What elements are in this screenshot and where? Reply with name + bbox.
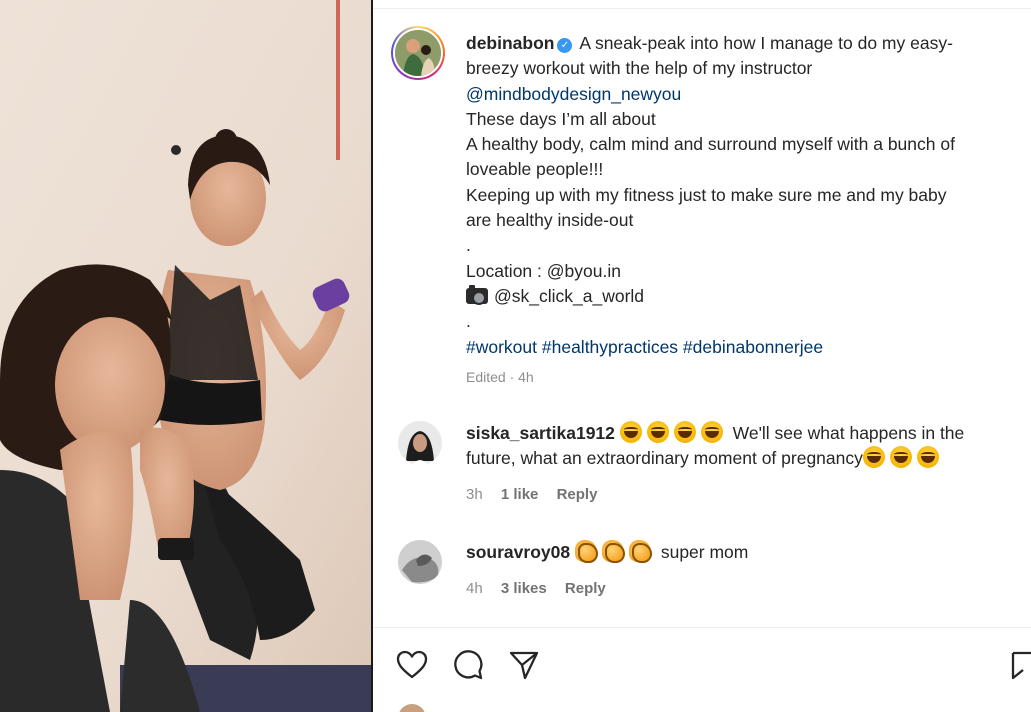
photographer-link[interactable]: @sk_click_a_world — [494, 286, 644, 306]
comment-line: We'll see what happens in the — [732, 423, 965, 443]
caption-dot: . — [466, 235, 471, 256]
comment-text: siska_sartika1912 We'll see what happens… — [466, 421, 1026, 472]
reply-button[interactable]: Reply — [557, 486, 598, 503]
comment-meta: 4h 3 likes Reply — [466, 580, 620, 597]
caption-line: These days I’m all about — [466, 108, 656, 129]
caption-line: A healthy body, calm mind and surround m… — [466, 134, 955, 155]
verified-icon: ✓ — [557, 38, 573, 53]
comment-likes[interactable]: 3 likes — [501, 580, 547, 597]
laughing-emoji-icon — [889, 446, 912, 469]
laughing-emoji-icon — [646, 421, 669, 443]
post-media[interactable] — [0, 0, 371, 712]
mention-link[interactable]: @mindbodydesign_newyou — [466, 84, 681, 104]
save-button[interactable] — [1011, 647, 1031, 683]
commenter-avatar[interactable] — [398, 421, 442, 465]
post-caption: debinabon ✓ A sneak-peak into how I manag… — [466, 31, 1026, 360]
comment-meta: 3h 1 like Reply — [466, 486, 611, 503]
author-username[interactable]: debinabon — [466, 33, 554, 53]
hashtags-link[interactable]: #workout #healthypractices #debinabonner… — [466, 337, 823, 357]
caption-dot: . — [466, 311, 471, 332]
laughing-emoji-icon — [916, 446, 939, 469]
caption-line: loveable people!!! — [466, 159, 604, 180]
bookmark-icon — [1011, 651, 1031, 680]
camera-icon — [466, 284, 488, 305]
heart-icon — [396, 650, 428, 679]
post-photo — [0, 0, 371, 712]
author-avatar[interactable] — [391, 26, 445, 80]
comment-likes[interactable]: 1 like — [501, 486, 539, 503]
post-details-panel: debinabon ✓ A sneak-peak into how I manag… — [373, 0, 1031, 712]
commenter-username[interactable]: siska_sartika1912 — [466, 423, 615, 443]
clapping-emoji-icon — [601, 540, 625, 563]
comment-line: super mom — [660, 542, 749, 562]
divider — [373, 8, 1031, 9]
location-line[interactable]: Location : @byou.in — [466, 261, 621, 281]
clapping-emoji-icon — [628, 540, 652, 563]
reply-button[interactable]: Reply — [565, 580, 606, 597]
caption-line: A sneak-peak into how I manage to do my … — [579, 33, 953, 53]
clapping-emoji-icon — [574, 540, 598, 563]
laughing-emoji-icon — [619, 421, 642, 443]
edited-timestamp: Edited · 4h — [466, 369, 534, 385]
comment-time: 4h — [466, 580, 483, 597]
laughing-emoji-icon — [700, 421, 723, 443]
caption-line: breezy workout with the help of my instr… — [466, 58, 813, 79]
caption-line: are healthy inside-out — [466, 210, 634, 231]
share-icon — [509, 651, 539, 680]
comment-text: souravroy08 super mom — [466, 540, 1026, 565]
comment-line: future, what an extraordinary moment of … — [466, 448, 863, 469]
share-button[interactable] — [506, 647, 542, 683]
liker-avatar[interactable] — [398, 704, 426, 712]
laughing-emoji-icon — [673, 421, 696, 443]
laughing-emoji-icon — [862, 446, 885, 469]
like-button[interactable] — [394, 647, 430, 683]
commenter-avatar[interactable] — [398, 540, 442, 584]
divider — [373, 627, 1031, 628]
caption-line: Keeping up with my fitness just to make … — [466, 184, 947, 205]
comment-time: 3h — [466, 486, 483, 503]
comment-button[interactable] — [450, 647, 486, 683]
comment-icon — [454, 650, 483, 680]
commenter-username[interactable]: souravroy08 — [466, 542, 570, 562]
